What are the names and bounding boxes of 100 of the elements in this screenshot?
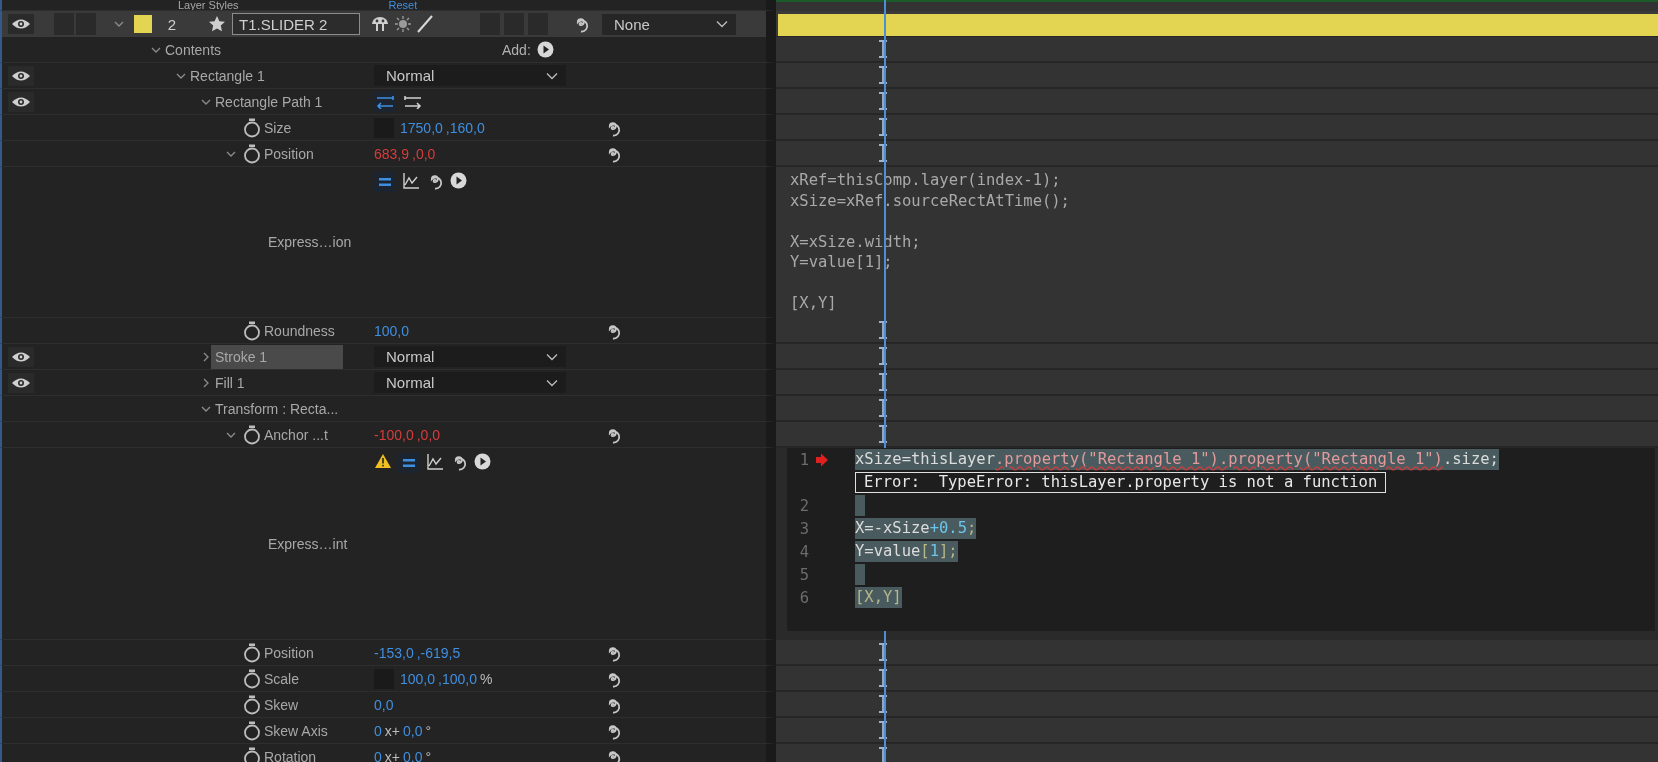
property-name[interactable]: Roundness [260, 318, 339, 343]
caret-icon [716, 20, 728, 28]
property-name[interactable]: Scale [260, 666, 304, 691]
chevron-right-icon[interactable] [201, 377, 211, 388]
play-icon[interactable] [474, 453, 491, 470]
stopwatch-icon[interactable] [243, 143, 261, 164]
blend-mode-dropdown[interactable]: Normal [374, 65, 566, 86]
group-name[interactable]: Transform : Recta... [211, 396, 343, 421]
stopwatch-icon[interactable] [243, 424, 261, 445]
visibility-toggle[interactable] [8, 91, 34, 112]
line-number: 5 [798, 565, 809, 584]
group-name[interactable]: Rectangle Path 1 [211, 89, 327, 114]
sun-icon[interactable] [394, 15, 412, 33]
property-value[interactable]: 1750,0 ,160,0 [400, 119, 488, 136]
marker-icon [878, 321, 888, 339]
chevron-down-icon[interactable] [114, 19, 124, 29]
slash-icon[interactable] [416, 15, 434, 33]
expression-label: Express…ion [268, 234, 352, 250]
property-value[interactable]: -100,0 ,0,0 [374, 426, 444, 443]
graph-icon[interactable] [426, 453, 444, 471]
marker-icon [878, 747, 888, 762]
caret-icon [546, 352, 558, 361]
reset-link[interactable]: Reset [388, 0, 418, 10]
stopwatch-icon[interactable] [243, 320, 261, 341]
line-number: 6 [798, 588, 809, 607]
group-name[interactable]: Layer Styles [178, 0, 239, 10]
property-name[interactable]: Rotation [260, 744, 321, 762]
path-direction-button[interactable] [374, 91, 396, 112]
enable-expression-button[interactable] [374, 172, 396, 192]
property-value[interactable]: 0,0 [374, 696, 397, 713]
enable-expression-button[interactable] [398, 453, 420, 473]
group-name[interactable]: Stroke 1 [211, 344, 343, 369]
eye-icon [11, 18, 31, 30]
visibility-toggle[interactable] [8, 372, 34, 393]
marker-icon [878, 721, 888, 739]
visibility-toggle[interactable] [8, 346, 34, 367]
chevron-right-icon[interactable] [201, 351, 211, 362]
expression-label: Express…int [268, 535, 348, 552]
play-icon[interactable] [450, 172, 467, 189]
puppet-icon[interactable] [370, 15, 390, 33]
eye-icon [11, 69, 31, 82]
stopwatch-icon[interactable] [243, 720, 261, 741]
marker-icon [878, 92, 888, 110]
marker-icon [878, 643, 888, 661]
marker-icon [878, 669, 888, 687]
parent-dropdown[interactable]: None [602, 13, 736, 35]
line-number: 1 [798, 450, 809, 469]
arrow-right-icon [403, 94, 423, 109]
property-name[interactable]: Skew Axis [260, 718, 332, 743]
group-name[interactable]: Fill 1 [211, 370, 249, 395]
layer-name-field[interactable]: T1.SLIDER 2 [232, 13, 360, 35]
stopwatch-icon[interactable] [243, 642, 261, 663]
property-name[interactable]: Position [260, 141, 318, 166]
group-name[interactable]: Rectangle 1 [186, 63, 269, 88]
property-value[interactable]: -153,0 ,-619,5 [374, 644, 464, 661]
stopwatch-icon[interactable] [243, 668, 261, 689]
label-swatch[interactable] [134, 15, 152, 33]
graph-icon[interactable] [402, 172, 420, 190]
property-value[interactable]: 683,9 ,0,0 [374, 145, 439, 162]
marker-icon [878, 425, 888, 443]
visibility-toggle[interactable] [8, 65, 34, 86]
property-name[interactable]: Position [260, 640, 318, 665]
equals-icon [378, 177, 392, 187]
property-value[interactable]: 100,0 [374, 322, 413, 339]
caret-icon [546, 71, 558, 80]
property-value[interactable]: 0 x+ 0,0 ° [374, 722, 435, 739]
layer-row[interactable]: 2 T1.SLIDER 2 None [0, 11, 776, 38]
stopwatch-icon[interactable] [243, 694, 261, 715]
eye-icon [11, 350, 31, 363]
error-arrow-icon [815, 452, 829, 467]
eye-icon [11, 376, 31, 389]
error-message: Error: TypeError: thisLayer.property is not a function [855, 472, 1387, 493]
group-name[interactable]: Contents [161, 37, 226, 62]
equals-icon [402, 458, 416, 468]
arrow-left-icon [375, 94, 395, 109]
expression-editor[interactable]: 1 xSize=thisLayer.property("Rectangle 1").property("Rectangle 1").size; Error: TypeError: thisLayer.property is not a function 2 3 X=-xSize+0.5; 4 Y=value[1]; 5 6 [X,Y] [787, 448, 1655, 631]
play-icon[interactable] [536, 41, 554, 58]
marker-icon [878, 347, 888, 365]
property-value[interactable]: 100,0 ,100,0 % [400, 670, 496, 687]
property-name[interactable]: Anchor ...t [260, 422, 332, 447]
layer-number: 2 [166, 15, 178, 33]
warning-icon[interactable] [374, 453, 392, 469]
visibility-toggle[interactable] [8, 14, 34, 34]
eye-icon [11, 95, 31, 108]
marker-icon [878, 373, 888, 391]
marker-icon [878, 118, 888, 136]
stopwatch-icon[interactable] [243, 746, 261, 762]
add-label: Add: [502, 41, 531, 58]
marker-icon [878, 144, 888, 162]
marker-icon [878, 40, 888, 58]
stopwatch-icon[interactable] [243, 117, 261, 138]
star-icon[interactable] [208, 15, 226, 33]
blend-mode-dropdown[interactable]: Normal [374, 372, 566, 393]
marker-icon [878, 66, 888, 84]
marker-icon [878, 695, 888, 713]
line-number: 2 [798, 496, 809, 515]
line-number: 4 [798, 542, 809, 561]
property-name[interactable]: Size [260, 115, 296, 140]
property-name[interactable]: Skew [260, 692, 303, 717]
blend-mode-dropdown[interactable]: Normal [374, 346, 566, 367]
